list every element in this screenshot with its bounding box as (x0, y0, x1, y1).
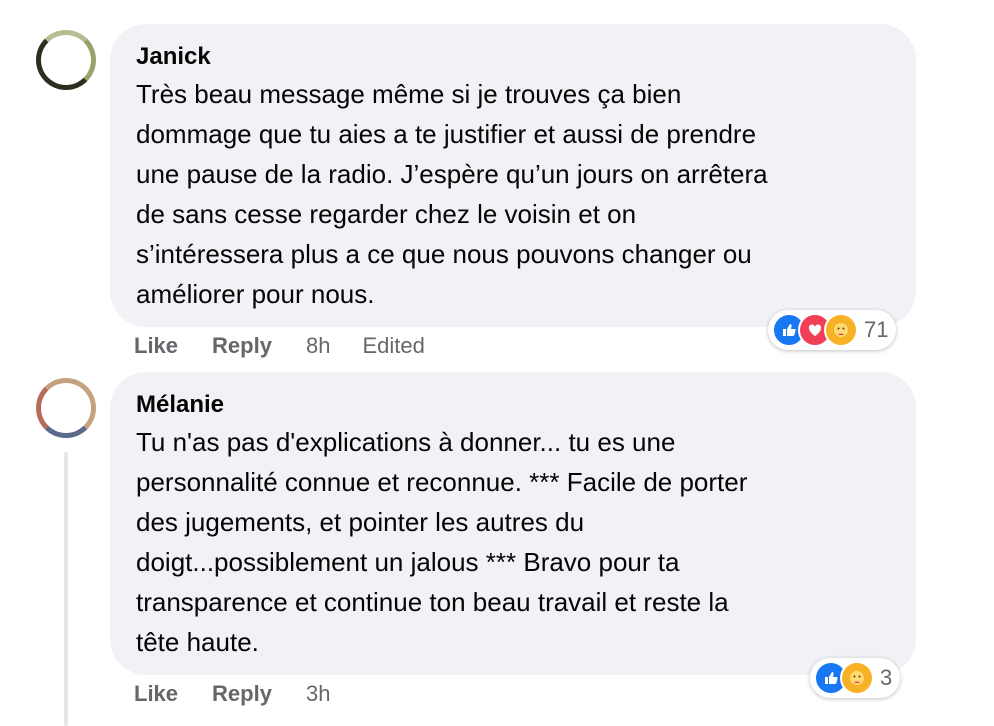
comment-bubble: Mélanie Tu n'as pas d'explications à don… (110, 372, 916, 675)
like-button[interactable]: Like (134, 681, 178, 707)
comment-actions: Like Reply 3h (134, 681, 362, 707)
like-button[interactable]: Like (134, 333, 178, 359)
comment-author[interactable]: Janick (136, 42, 890, 72)
reply-button[interactable]: Reply (212, 681, 272, 707)
comment-author[interactable]: Mélanie (136, 390, 890, 420)
timestamp[interactable]: 3h (306, 681, 330, 707)
reaction-summary[interactable]: 3 (810, 658, 901, 698)
reaction-summary[interactable]: 71 (768, 310, 897, 350)
edited-label[interactable]: Edited (362, 333, 424, 359)
comment-bubble: Janick Très beau message même si je trou… (110, 24, 916, 327)
reaction-count: 71 (864, 317, 889, 342)
comment-actions: Like Reply 8h Edited (134, 333, 457, 359)
avatar[interactable] (36, 30, 96, 90)
reply-thread-line (64, 452, 68, 726)
comment-text: Très beau message même si je trouves ça … (136, 79, 768, 309)
care-icon (824, 313, 858, 347)
comment-text: Tu n'as pas d'explications à donner... t… (136, 427, 748, 657)
reply-button[interactable]: Reply (212, 333, 272, 359)
care-icon (840, 661, 874, 695)
reaction-count: 3 (880, 665, 893, 690)
timestamp[interactable]: 8h (306, 333, 330, 359)
avatar[interactable] (36, 378, 96, 438)
